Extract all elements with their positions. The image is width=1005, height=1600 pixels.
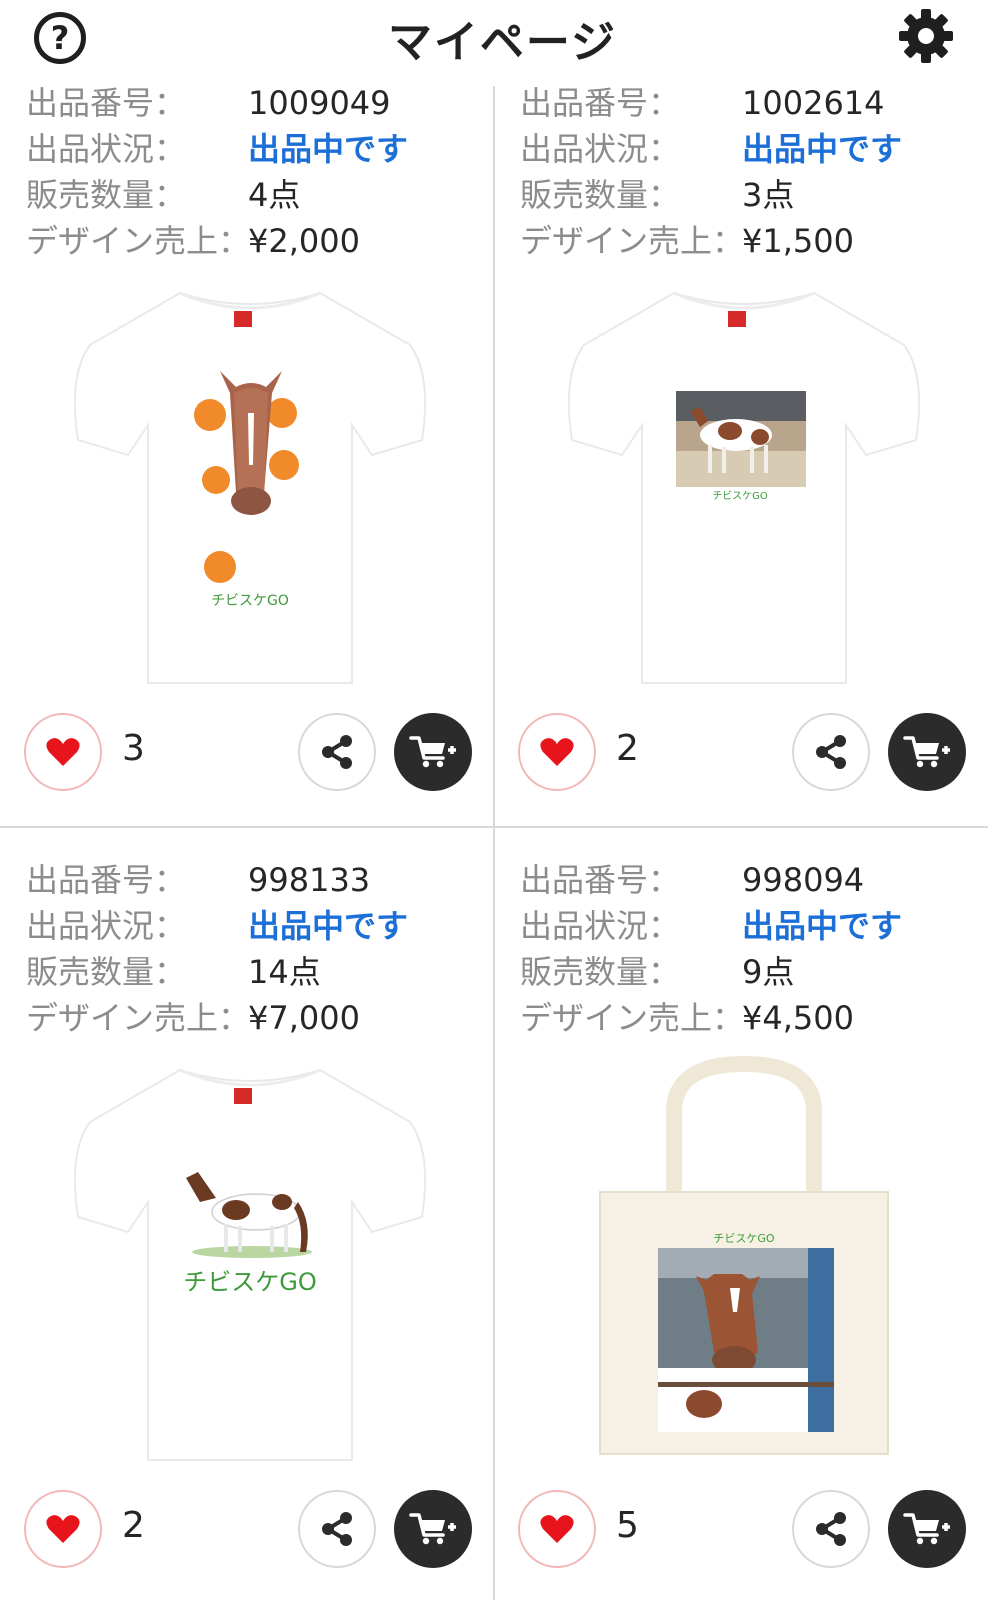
design-sales: ¥7,000 [248,999,360,1037]
share-icon [816,1512,846,1546]
heart-icon [46,1515,80,1543]
t-shirt-image: チビスケGO [567,291,921,684]
sales-quantity-label: 販売数量： [26,176,187,214]
row-divider [0,826,988,828]
listing-status-label: 出品状況： [26,130,187,168]
product-card[interactable]: 出品番号： 1009049 出品状況： 出品中です 販売数量： 4点 デザイン売上： ¥… [0,80,493,820]
product-card[interactable]: 出品番号： 1002614 出品状況： 出品中です 販売数量： 3点 デザイン売上： ¥… [494,80,987,820]
design-sales: ¥1,500 [742,222,854,260]
add-to-cart-button[interactable] [888,713,966,791]
listing-number-label: 出品番号： [26,861,187,899]
listing-status-label: 出品状況： [520,130,681,168]
listing-number: 1009049 [248,84,391,122]
sales-quantity: 14点 [248,953,321,991]
add-to-cart-button[interactable] [394,713,472,791]
settings-button[interactable] [896,6,956,66]
like-button[interactable] [518,713,596,791]
listing-status: 出品中です [248,130,409,168]
sales-quantity-label: 販売数量： [520,176,681,214]
share-button[interactable] [298,1490,376,1568]
sales-quantity: 9点 [742,953,795,991]
share-button[interactable] [792,713,870,791]
like-count: 2 [616,728,639,769]
product-image[interactable]: チビスケGO [554,1052,934,1462]
like-count: 2 [122,1505,145,1546]
product-image[interactable]: チビスケGO [554,275,934,685]
brand-tag-icon [234,311,252,327]
listing-status-label: 出品状況： [520,907,681,945]
like-button[interactable] [24,1490,102,1568]
product-image[interactable]: チビスケGO [60,275,440,685]
page-title: マイページ [387,17,618,68]
cart-plus-icon [903,736,950,768]
listing-number: 998133 [248,861,371,899]
listing-number-label: 出品番号： [520,84,681,122]
listing-number-label: 出品番号： [520,861,681,899]
add-to-cart-button[interactable] [888,1490,966,1568]
brand-tag-icon [728,311,746,327]
cart-plus-icon [903,1513,950,1545]
design-sales: ¥2,000 [248,222,360,260]
heart-icon [540,1515,574,1543]
listing-status: 出品中です [742,907,903,945]
sales-quantity-label: 販売数量： [520,953,681,991]
design-sales-label: デザイン売上： [520,999,745,1037]
cart-plus-icon [409,1513,456,1545]
add-to-cart-button[interactable] [394,1490,472,1568]
listing-status: 出品中です [248,907,409,945]
listing-number: 1002614 [742,84,885,122]
like-button[interactable] [518,1490,596,1568]
sales-quantity: 3点 [742,176,795,214]
design-sales-label: デザイン売上： [26,999,251,1037]
sales-quantity-label: 販売数量： [26,953,187,991]
like-count: 3 [122,728,145,769]
t-shirt-image: チビスケGO [73,1068,427,1461]
header-bar: ? マイページ [0,0,1005,72]
tote-bag-image: チビスケGO [599,1055,889,1455]
like-count: 5 [616,1505,639,1546]
listing-number-label: 出品番号： [26,84,187,122]
heart-icon [46,738,80,766]
heart-icon [540,738,574,766]
t-shirt-image: チビスケGO [73,291,427,684]
listing-status-label: 出品状況： [26,907,187,945]
design-caption: チビスケGO [211,593,289,609]
design-sales: ¥4,500 [742,999,854,1037]
cart-plus-icon [409,736,456,768]
design-sales-label: デザイン売上： [520,222,745,260]
brand-tag-icon [234,1088,252,1104]
product-card[interactable]: 出品番号： 998094 出品状況： 出品中です 販売数量： 9点 デザイン売上： ¥4… [494,857,987,1597]
design-caption: チビスケGO [713,1232,775,1245]
design-sales-label: デザイン売上： [26,222,251,260]
design-caption: チビスケGO [712,490,768,502]
share-icon [322,735,352,769]
like-button[interactable] [24,713,102,791]
share-icon [816,735,846,769]
product-image[interactable]: チビスケGO [60,1052,440,1462]
share-icon [322,1512,352,1546]
product-card[interactable]: 出品番号： 998133 出品状況： 出品中です 販売数量： 14点 デザイン売上： ¥… [0,857,493,1597]
share-button[interactable] [792,1490,870,1568]
gear-icon [899,9,953,63]
design-caption: チビスケGO [183,1268,317,1296]
listing-number: 998094 [742,861,865,899]
sales-quantity: 4点 [248,176,301,214]
share-button[interactable] [298,713,376,791]
listing-status: 出品中です [742,130,903,168]
